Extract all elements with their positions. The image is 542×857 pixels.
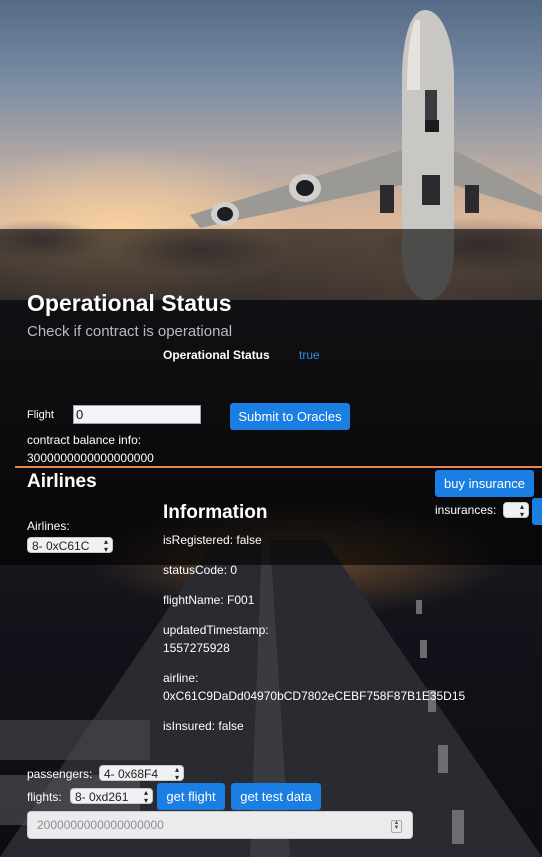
airlines-select-value: 8- 0xC61C <box>32 539 90 553</box>
amount-number-input[interactable]: 2000000000000000000 ▲ ▼ <box>27 811 413 839</box>
select-arrows-icon: ▴ ▾ <box>174 765 179 782</box>
contract-balance-label: contract balance info: <box>27 433 142 447</box>
flights-select[interactable]: 8- 0xd261 ▴ ▾ <box>70 788 153 805</box>
flight-number-input[interactable] <box>73 405 201 424</box>
select-arrows-icon: ▴ ▾ <box>103 537 108 554</box>
insurances-select[interactable]: ▴ ▾ <box>503 502 529 519</box>
info-airline-label: airline: <box>163 671 199 685</box>
number-spinner-icon[interactable]: ▲ ▼ <box>391 820 402 833</box>
page-title: Operational Status <box>27 290 232 316</box>
info-flight-name: flightName: F001 <box>163 593 255 607</box>
passengers-label: passengers: <box>27 767 93 781</box>
passengers-select[interactable]: 4- 0x68F4 ▴ ▾ <box>99 765 184 782</box>
contract-balance-value: 3000000000000000000 <box>27 451 154 465</box>
passengers-select-value: 4- 0x68F4 <box>104 767 159 781</box>
info-is-insured: isInsured: false <box>163 719 244 733</box>
get-flight-button[interactable]: get flight <box>157 783 225 810</box>
information-heading: Information <box>163 502 268 523</box>
flights-select-value: 8- 0xd261 <box>75 790 129 804</box>
airlines-select[interactable]: 8- 0xC61C ▴ ▾ <box>27 537 113 554</box>
info-updated-timestamp-value: 1557275928 <box>163 641 230 655</box>
flight-label: Flight <box>27 409 54 421</box>
info-is-registered: isRegistered: false <box>163 533 262 547</box>
insurance-action-button[interactable] <box>532 498 542 525</box>
insurances-label: insurances: <box>435 503 497 517</box>
select-arrows-icon: ▴ ▾ <box>143 788 148 805</box>
airlines-heading: Airlines <box>27 471 97 492</box>
airlines-label: Airlines: <box>27 519 70 533</box>
operational-status-value: true <box>299 348 320 362</box>
buy-insurance-button[interactable]: buy insurance <box>435 470 534 497</box>
info-status-code: statusCode: 0 <box>163 563 238 577</box>
info-updated-timestamp-label: updatedTimestamp: <box>163 623 269 637</box>
info-airline-value: 0xC61C9DaDd04970bCD7802eCEBF758F87B1E35D… <box>163 689 466 703</box>
get-test-data-button[interactable]: get test data <box>231 783 321 810</box>
flights-label: flights: <box>27 790 62 804</box>
section-divider <box>15 466 542 468</box>
submit-to-oracles-button[interactable]: Submit to Oracles <box>230 403 350 430</box>
select-arrows-icon: ▴ ▾ <box>519 502 524 519</box>
page-subtitle: Check if contract is operational <box>27 323 233 340</box>
amount-value: 2000000000000000000 <box>37 818 164 832</box>
operational-status-label: Operational Status <box>163 348 270 362</box>
